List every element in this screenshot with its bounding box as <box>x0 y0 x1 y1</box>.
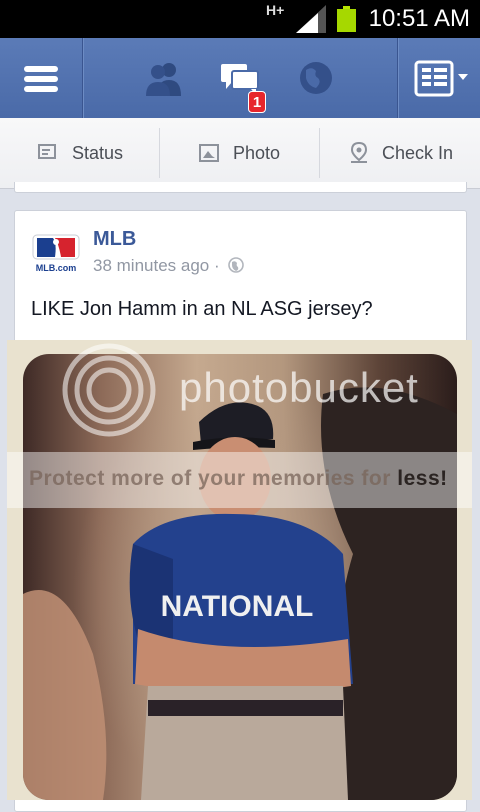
check-in-button[interactable]: Check In <box>350 118 453 188</box>
location-pin-icon <box>350 142 368 163</box>
public-globe-icon <box>228 257 245 273</box>
status-label: Status <box>72 142 124 163</box>
post-photo[interactable]: NATIONAL photobucket Protect more of you… <box>7 340 472 800</box>
network-type: H+ <box>266 2 285 18</box>
signal-icon <box>296 5 326 33</box>
menu-button[interactable] <box>0 38 82 118</box>
notifications-globe-icon[interactable] <box>294 56 338 100</box>
post-timestamp[interactable]: 38 minutes ago · <box>93 256 245 276</box>
news-feed-icon <box>414 60 468 97</box>
status-icon <box>38 144 56 159</box>
photo-label: Photo <box>233 142 281 163</box>
status-button[interactable]: Status <box>38 118 123 188</box>
previous-story-edge <box>14 182 467 193</box>
clock: 10:51 AM <box>368 5 470 32</box>
news-feed-button[interactable] <box>398 38 480 118</box>
menu-icon <box>24 66 58 72</box>
timestamp-text: 38 minutes ago · <box>93 256 220 275</box>
watermark-text: Protect more of your memories for less! <box>29 467 448 490</box>
mlb-logo-avatar[interactable]: MLB.com <box>31 231 81 275</box>
photobucket-watermark-icon <box>62 343 156 437</box>
photo-button[interactable]: Photo <box>199 118 280 188</box>
post-author[interactable]: MLB <box>93 228 136 251</box>
top-nav-bar: 1 <box>0 38 480 119</box>
photobucket-watermark-logo: photobucket <box>179 364 419 411</box>
battery-icon <box>337 6 356 32</box>
post-text: LIKE Jon Hamm in an NL ASG jersey? <box>31 298 373 320</box>
messages-badge: 1 <box>248 91 266 113</box>
status-bar: H+ 10:51 AM <box>0 0 480 38</box>
avatar-text: MLB.com <box>36 263 77 273</box>
check-in-label: Check In <box>382 142 454 163</box>
photo-icon <box>199 144 219 162</box>
jersey-text: NATIONAL <box>161 590 314 623</box>
friend-requests-icon[interactable] <box>142 56 186 100</box>
composer-bar: Status Photo Check In <box>0 118 480 189</box>
